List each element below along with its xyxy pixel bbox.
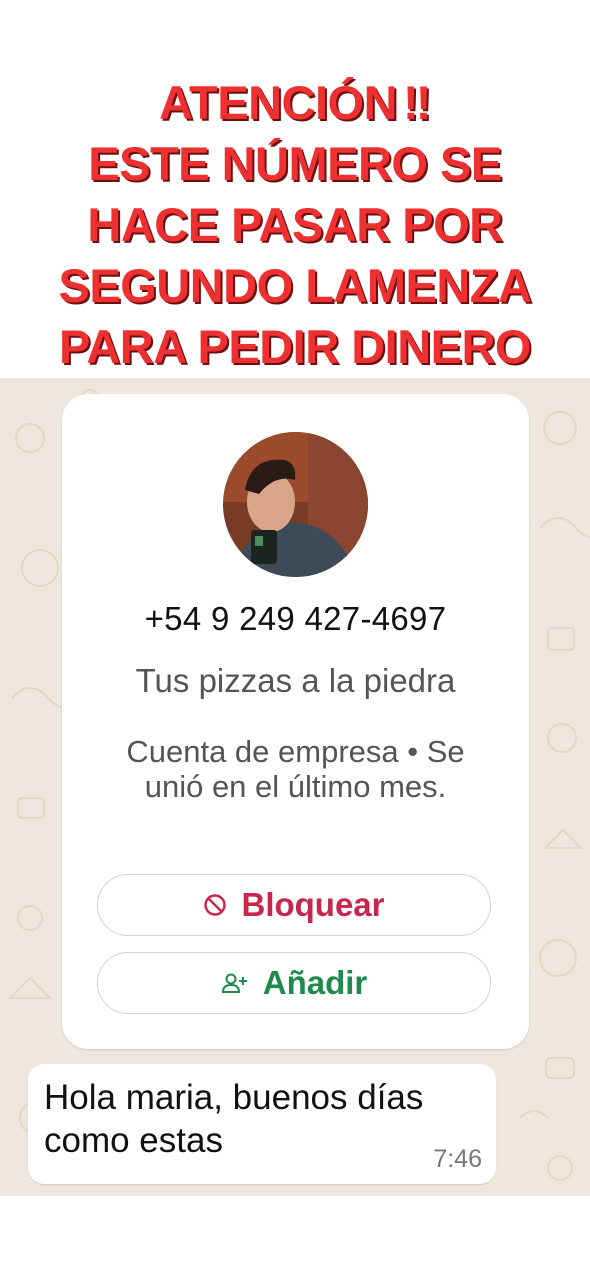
warning-line-3: HACE PASAR POR — [87, 198, 503, 251]
warning-line-4: SEGUNDO LAMENZA — [58, 259, 532, 312]
message-timestamp: 7:46 — [433, 1145, 482, 1173]
contact-phone-number: +54 9 249 427-4697 — [144, 600, 447, 637]
add-contact-button[interactable]: Añadir — [97, 952, 491, 1014]
add-person-icon — [221, 971, 249, 995]
warning-line-2: ESTE NÚMERO SE — [88, 137, 502, 190]
block-icon — [203, 893, 227, 917]
contact-avatar[interactable] — [223, 432, 368, 577]
warning-text-1: ATENCIÓN — [159, 76, 398, 129]
business-account-info: Cuenta de empresa • Se unió en el último… — [126, 734, 465, 804]
warning-line-1: ATENCIÓN ‼ — [0, 72, 590, 133]
screenshot-page: ATENCIÓN ‼ ESTE NÚMERO SE HACE PASAR POR … — [0, 0, 590, 1280]
block-button[interactable]: Bloquear — [97, 874, 491, 936]
contact-about-text: Tus pizzas a la piedra — [135, 662, 456, 699]
profile-photo-icon — [223, 432, 368, 577]
block-button-label: Bloquear — [241, 886, 385, 923]
warning-line-5: PARA PEDIR DINERO — [59, 320, 532, 373]
incoming-message-bubble[interactable]: Hola maria, buenos días como estas 7:46 — [28, 1064, 496, 1184]
message-text: Hola maria, buenos días como estas — [44, 1078, 424, 1160]
add-button-label: Añadir — [262, 964, 368, 1001]
warning-banner: ATENCIÓN ‼ ESTE NÚMERO SE HACE PASAR POR … — [0, 72, 590, 377]
double-exclamation-icon: ‼ — [403, 76, 431, 129]
contact-info-card: +54 9 249 427-4697 Tus pizzas a la piedr… — [62, 394, 529, 1049]
